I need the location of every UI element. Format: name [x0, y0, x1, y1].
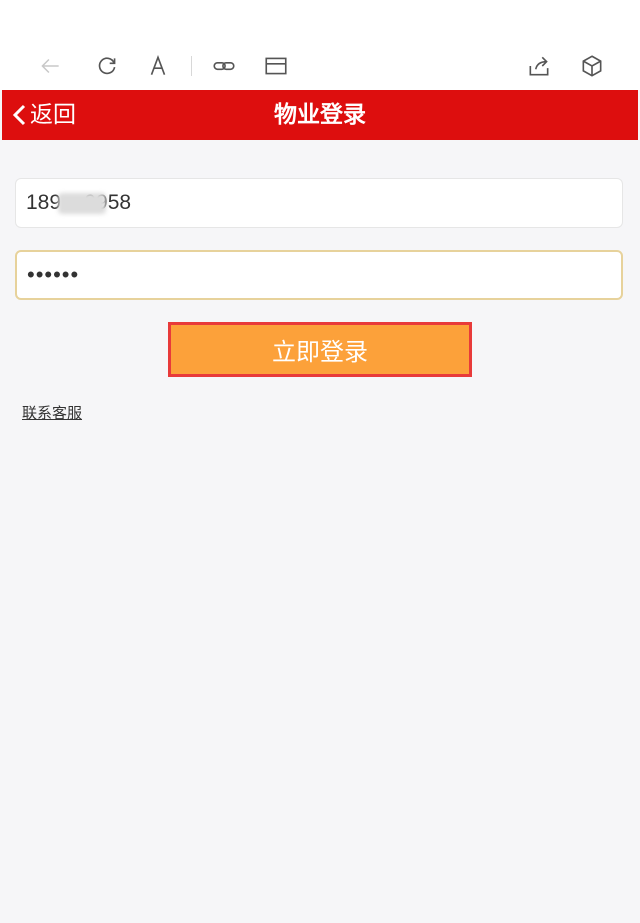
chevron-left-icon [12, 104, 26, 126]
password-input[interactable] [15, 250, 623, 300]
back-button[interactable]: 返回 [10, 90, 76, 140]
window-icon[interactable] [260, 50, 292, 82]
redaction-blur [58, 193, 106, 214]
phone-input[interactable] [15, 178, 623, 228]
share-icon[interactable] [523, 50, 555, 82]
back-arrow-icon[interactable] [34, 50, 66, 82]
link-icon[interactable] [208, 50, 240, 82]
back-label: 返回 [30, 102, 76, 128]
customer-service-link[interactable]: 联系客服 [22, 402, 82, 423]
page-title: 物业登录 [274, 102, 366, 128]
app-header: 返回 物业登录 [2, 90, 638, 140]
refresh-icon[interactable] [91, 50, 123, 82]
toolbar-separator [191, 56, 192, 76]
text-size-icon[interactable] [142, 50, 174, 82]
login-button[interactable]: 立即登录 [168, 322, 472, 377]
browser-toolbar [0, 0, 640, 90]
cube-icon[interactable] [576, 50, 608, 82]
page: 返回 物业登录 立即登录 联系客服 [0, 0, 640, 923]
